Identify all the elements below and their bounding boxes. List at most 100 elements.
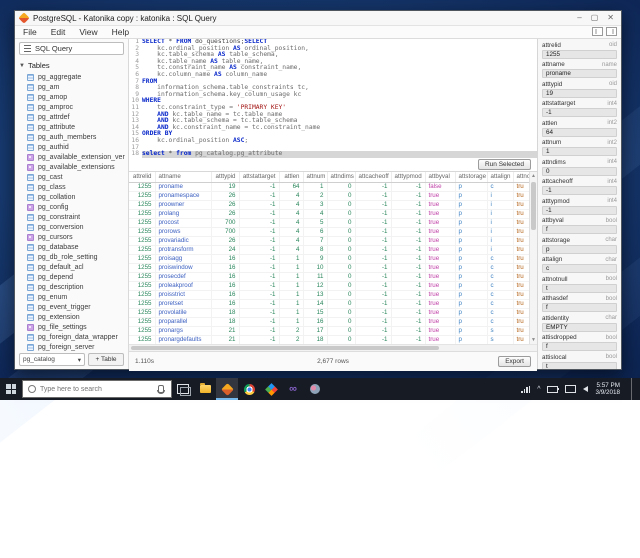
sidebar-item-pg_available_extension_ver[interactable]: pg_available_extension_ver <box>27 152 128 162</box>
cell-attstorage[interactable]: p <box>455 308 488 318</box>
cell-attrelid[interactable]: 1255 <box>129 182 156 192</box>
cell-attndims[interactable]: 0 <box>327 191 356 201</box>
cell-atttypid[interactable]: 21 <box>211 335 240 344</box>
table-row[interactable]: 1255 pronamespace 26 -1 4 2 0 -1 -1 true p i tru <box>129 191 530 201</box>
cell-attnum[interactable]: 8 <box>303 245 328 255</box>
cell-attlen[interactable]: 1 <box>279 272 304 282</box>
cell-atttypid[interactable]: 16 <box>211 290 240 300</box>
cell-attname[interactable]: prosecdef <box>155 272 212 282</box>
cell-attcacheoff[interactable]: -1 <box>355 254 392 264</box>
cell-attnotn[interactable]: tru <box>513 191 530 201</box>
cell-attname[interactable]: proparallel <box>155 317 212 327</box>
cell-attrelid[interactable]: 1255 <box>129 308 156 318</box>
cell-atttypmod[interactable]: -1 <box>391 227 426 237</box>
editor-line[interactable]: 9 information_schema.key_column_usage kc <box>129 91 537 99</box>
field-value-input[interactable]: 0 <box>542 166 617 176</box>
sidebar-item-pg_auth_members[interactable]: pg_auth_members <box>27 132 128 142</box>
cell-atttypid[interactable]: 16 <box>211 263 240 273</box>
vertical-scrollbar[interactable]: ▲ ▼ <box>529 172 537 344</box>
cell-attnum[interactable]: 15 <box>303 308 328 318</box>
cell-atttypmod[interactable]: -1 <box>391 290 426 300</box>
cell-attalign[interactable]: i <box>487 227 514 237</box>
field-value-input[interactable]: t <box>542 361 617 369</box>
cell-atttypid[interactable]: 26 <box>211 236 240 246</box>
cell-atttypmod[interactable]: -1 <box>391 335 426 344</box>
cell-atttypid[interactable]: 16 <box>211 254 240 264</box>
cell-attbyval[interactable]: true <box>425 218 456 228</box>
cell-attndims[interactable]: 0 <box>327 245 356 255</box>
cell-attbyval[interactable]: true <box>425 209 456 219</box>
cell-attbyval[interactable]: true <box>425 191 456 201</box>
column-header-attnum[interactable]: attnum <box>303 172 328 183</box>
sidebar-item-pg_attribute[interactable]: pg_attribute <box>27 122 128 132</box>
cell-attalign[interactable]: c <box>487 308 514 318</box>
cell-attstorage[interactable]: p <box>455 182 488 192</box>
cell-attlen[interactable]: 4 <box>279 245 304 255</box>
horizontal-scrollbar-thumb[interactable] <box>131 346 439 350</box>
editor-line[interactable]: 16 kc.ordinal_position ASC; <box>129 137 537 145</box>
cell-attlen[interactable]: 64 <box>279 182 304 192</box>
cell-attstattarget[interactable]: -1 <box>239 308 280 318</box>
table-row[interactable]: 1255 prosecdef 16 -1 1 11 0 -1 -1 true p c tru <box>129 272 530 282</box>
cell-attnum[interactable]: 2 <box>303 191 328 201</box>
cell-attnum[interactable]: 12 <box>303 281 328 291</box>
cell-attstorage[interactable]: p <box>455 209 488 219</box>
cell-attstorage[interactable]: p <box>455 317 488 327</box>
table-row[interactable]: 1255 proisagg 16 -1 1 9 0 -1 -1 true p c tru <box>129 254 530 264</box>
cell-attcacheoff[interactable]: -1 <box>355 227 392 237</box>
field-value-input[interactable]: f <box>542 303 617 312</box>
cell-attstattarget[interactable]: -1 <box>239 299 280 309</box>
table-row[interactable]: 1255 proiswindow 16 -1 1 10 0 -1 -1 true p c tru <box>129 263 530 273</box>
cell-atttypid[interactable]: 21 <box>211 326 240 336</box>
sidebar-item-pg_available_extensions[interactable]: pg_available_extensions <box>27 162 128 172</box>
cell-atttypmod[interactable]: -1 <box>391 209 426 219</box>
cell-attcacheoff[interactable]: -1 <box>355 263 392 273</box>
cell-attnotn[interactable]: tru <box>513 209 530 219</box>
cell-attbyval[interactable]: true <box>425 236 456 246</box>
column-header-attalign[interactable]: attalign <box>487 172 514 183</box>
cell-attnotn[interactable]: tru <box>513 263 530 273</box>
cell-attname[interactable]: proisstrict <box>155 290 212 300</box>
cell-attnotn[interactable]: tru <box>513 272 530 282</box>
cell-attstattarget[interactable]: -1 <box>239 263 280 273</box>
table-row[interactable]: 1255 pronargs 21 -1 2 17 0 -1 -1 true p s tru <box>129 326 530 336</box>
toggle-right-panel-button[interactable] <box>606 27 617 36</box>
cell-attndims[interactable]: 0 <box>327 317 356 327</box>
cell-attstorage[interactable]: p <box>455 326 488 336</box>
sidebar-item-pg_config[interactable]: pg_config <box>27 202 128 212</box>
cell-attbyval[interactable]: true <box>425 290 456 300</box>
cell-attalign[interactable]: c <box>487 254 514 264</box>
column-header-attbyval[interactable]: attbyval <box>425 172 456 183</box>
cell-attlen[interactable]: 4 <box>279 209 304 219</box>
field-value-input[interactable]: 64 <box>542 127 617 137</box>
cell-attcacheoff[interactable]: -1 <box>355 308 392 318</box>
cell-attbyval[interactable]: true <box>425 281 456 291</box>
cell-attndims[interactable]: 0 <box>327 218 356 228</box>
cell-attname[interactable]: pronargs <box>155 326 212 336</box>
cell-attalign[interactable]: i <box>487 218 514 228</box>
cell-attname[interactable]: prolang <box>155 209 212 219</box>
cell-attstattarget[interactable]: -1 <box>239 218 280 228</box>
cell-attrelid[interactable]: 1255 <box>129 245 156 255</box>
cell-atttypmod[interactable]: -1 <box>391 200 426 210</box>
cell-attname[interactable]: proiswindow <box>155 263 212 273</box>
maximize-button[interactable]: ▢ <box>591 14 599 22</box>
cell-atttypid[interactable]: 700 <box>211 227 240 237</box>
sidebar-item-pg_default_acl[interactable]: pg_default_acl <box>27 262 128 272</box>
cell-attnotn[interactable]: tru <box>513 317 530 327</box>
cell-attstattarget[interactable]: -1 <box>239 236 280 246</box>
cell-attbyval[interactable]: true <box>425 227 456 237</box>
export-button[interactable]: Export <box>498 356 531 367</box>
cell-attnum[interactable]: 7 <box>303 236 328 246</box>
cell-attstorage[interactable]: p <box>455 335 488 344</box>
cell-attcacheoff[interactable]: -1 <box>355 245 392 255</box>
cell-attnum[interactable]: 17 <box>303 326 328 336</box>
cell-attcacheoff[interactable]: -1 <box>355 200 392 210</box>
field-value-input[interactable]: t <box>542 283 617 293</box>
cell-attnum[interactable]: 14 <box>303 299 328 309</box>
sidebar-item-pg_amproc[interactable]: pg_amproc <box>27 102 128 112</box>
column-header-attstattarget[interactable]: attstattarget <box>239 172 280 183</box>
cell-attname[interactable]: provolatile <box>155 308 212 318</box>
sidebar-item-pg_db_role_setting[interactable]: pg_db_role_setting <box>27 252 128 262</box>
cell-attlen[interactable]: 1 <box>279 299 304 309</box>
